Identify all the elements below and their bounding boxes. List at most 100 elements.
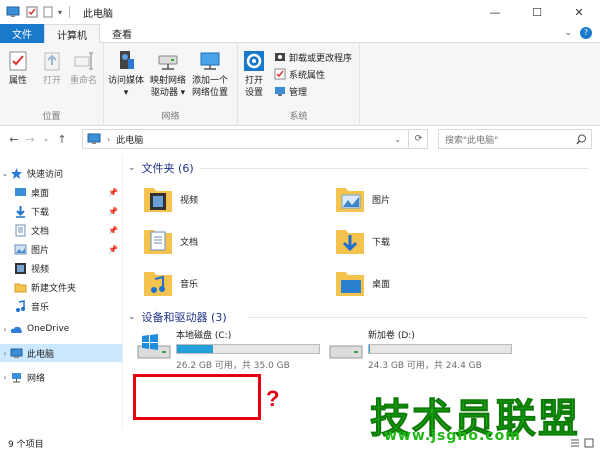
address-dropdown-icon[interactable]: ⌄ [394,135,401,144]
nav-label: 文档 [31,226,50,237]
nav-this-pc[interactable]: › 此电脑 [0,344,122,362]
search-input[interactable]: 搜索"此电脑" [438,129,592,149]
manage-button[interactable]: 管理 [274,84,352,98]
rename-button[interactable]: 重命名 [70,49,97,87]
chevron-down-icon[interactable]: ⌄ [128,163,136,173]
tab-view[interactable]: 查看 [100,24,144,43]
maximize-button[interactable]: ☐ [516,0,558,24]
add-network-location-sublabel: 网络位置 [192,88,229,98]
refresh-button[interactable]: ⟳ [408,129,428,149]
pane-splitter[interactable] [122,156,123,428]
nav-label: 新建文件夹 [31,283,77,294]
nav-pictures[interactable]: 图片 📌 [0,240,122,258]
properties-button[interactable]: 属性 [6,49,30,87]
details-view-icon[interactable] [570,438,580,448]
customize-toolbar-icon[interactable]: ▾ [58,8,62,17]
map-drive-sublabel: 驱动器 ▾ [150,88,186,98]
access-media-button[interactable]: 访问媒体 ▾ [108,49,144,99]
drive-c[interactable]: 本地磁盘 (C:) 26.2 GB 可用，共 35.0 GB [136,328,320,371]
close-button[interactable]: ✕ [558,0,600,24]
folder-label: 音乐 [180,279,199,290]
nav-label: 桌面 [31,188,50,199]
up-arrow-icon[interactable]: ↑ [54,133,70,146]
nav-new-folder[interactable]: 新建文件夹 [0,278,122,296]
nav-downloads[interactable]: 下载 📌 [0,202,122,220]
folder-pictures[interactable]: 图片 [334,182,390,216]
drive-d[interactable]: 新加卷 (D:) 24.3 GB 可用，共 24.4 GB [328,328,512,371]
properties-icon [9,51,27,71]
group-label: 位置 [42,112,61,122]
add-network-location-button[interactable]: 添加一个 网络位置 [192,49,228,99]
pin-icon[interactable]: 📌 [108,226,118,235]
breadcrumb-separator-icon[interactable]: › [107,135,110,144]
address-row: ← → ⌄ ↑ › 此电脑 ⌄ ⟳ 搜索"此电脑" [0,126,600,152]
folder-music[interactable]: 音乐 [142,266,198,300]
nav-desktop[interactable]: 桌面 📌 [0,183,122,201]
forward-arrow-icon[interactable]: → [22,133,38,146]
nav-label: 下载 [31,207,50,218]
section-drives-header[interactable]: ⌄ 设备和驱动器 (3) [128,309,227,325]
system-properties-button[interactable]: 系统属性 [274,67,352,81]
music-folder-icon [144,272,172,296]
section-folders-header[interactable]: ⌄ 文件夹 (6) [128,160,194,176]
folder-label: 图片 [372,195,391,206]
drive-usage-bar [176,344,320,354]
breadcrumb[interactable]: 此电脑 [116,133,143,146]
folder-desktop[interactable]: 桌面 [334,266,390,300]
folder-downloads[interactable]: 下载 [334,224,390,258]
folder-documents[interactable]: 文档 [142,224,198,258]
tab-computer[interactable]: 计算机 [44,24,100,44]
status-bar: 9 个项目 [0,434,600,453]
nav-music[interactable]: 音乐 [0,297,122,315]
large-icons-view-icon[interactable] [584,438,594,448]
title-bar: ▾ 此电脑 — ☐ ✕ [0,0,600,24]
cloud-icon [10,326,22,333]
properties-icon[interactable] [26,6,38,18]
help-icon[interactable]: ? [580,27,592,39]
drive-free-space: 26.2 GB 可用，共 35.0 GB [176,361,290,371]
minimize-button[interactable]: — [474,0,516,24]
group-location: 属性 打开 重命名 位置 [0,43,104,126]
open-button[interactable]: 打开 [40,49,64,87]
item-count: 9 个项目 [8,440,44,450]
tab-file[interactable]: 文件 [0,24,44,43]
chevron-down-icon[interactable]: ⌄ [0,169,10,178]
new-folder-icon[interactable] [42,6,54,18]
group-network: 访问媒体 ▾ 映射网络 驱动器 ▾ 添加一个 网络位置 网络 [104,43,238,126]
back-arrow-icon[interactable]: ← [6,133,22,146]
uninstall-program-button[interactable]: 卸载或更改程序 [274,50,352,64]
chevron-right-icon[interactable]: › [0,373,10,382]
group-label: 系统 [289,112,308,122]
network-location-icon [200,52,220,70]
open-settings-button[interactable]: 打开 设置 [242,49,266,99]
document-folder-icon [144,230,172,254]
system-small-buttons: 卸载或更改程序 系统属性 管理 [274,50,352,98]
pin-icon[interactable]: 📌 [108,207,118,216]
manage-label: 管理 [289,87,308,98]
nav-onedrive[interactable]: › OneDrive [0,320,122,338]
expand-ribbon-icon[interactable]: ⌄ [564,28,572,38]
download-folder-icon [336,230,364,254]
map-drive-button[interactable]: 映射网络 驱动器 ▾ [150,49,186,99]
pin-icon[interactable]: 📌 [108,188,118,197]
recent-locations-icon[interactable]: ⌄ [38,135,54,143]
address-bar[interactable]: › 此电脑 ⌄ [82,129,428,149]
open-label: 打开 [42,76,61,86]
folder-videos[interactable]: 视频 [142,182,198,216]
nav-documents[interactable]: 文档 📌 [0,221,122,239]
search-icon [576,134,586,145]
search-placeholder: 搜索"此电脑" [445,135,499,146]
nav-quick-access[interactable]: ⌄ 快速访问 [0,164,122,182]
nav-network[interactable]: › 网络 [0,368,122,386]
star-icon [11,167,22,179]
chevron-right-icon[interactable]: › [0,349,10,358]
chevron-right-icon[interactable]: › [0,325,10,334]
desktop-icon [15,187,26,196]
video-icon [15,262,26,274]
music-icon [16,299,25,312]
nav-videos[interactable]: 视频 [0,259,122,277]
pin-icon[interactable]: 📌 [108,245,118,254]
nav-label: 网络 [27,373,46,384]
system-properties-icon [274,68,286,80]
chevron-down-icon[interactable]: ⌄ [128,312,136,322]
